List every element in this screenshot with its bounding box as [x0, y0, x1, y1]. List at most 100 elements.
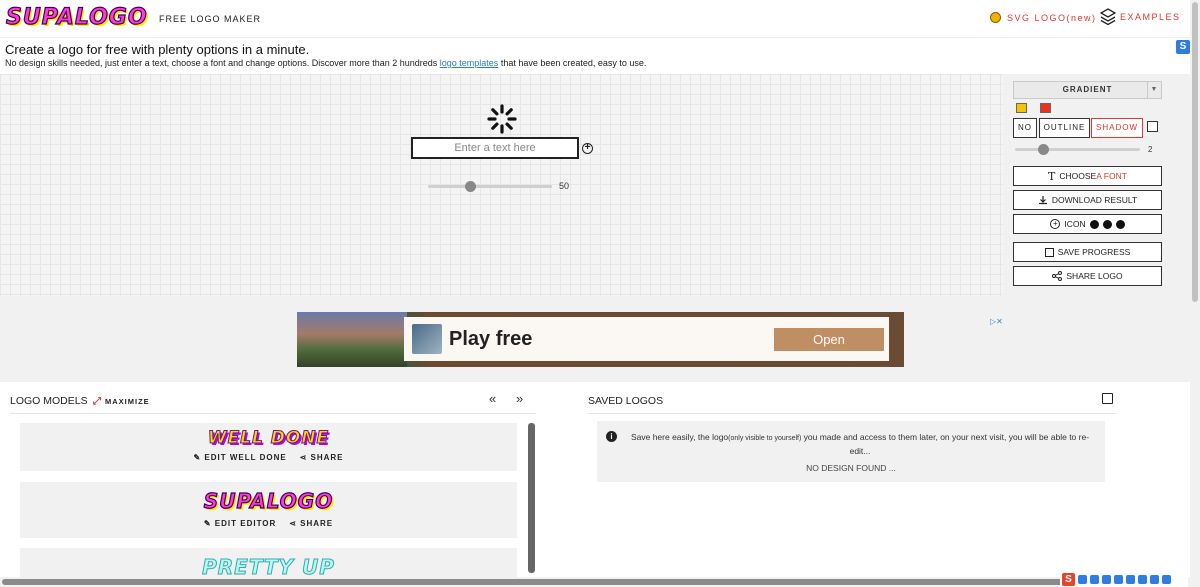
page-scrollbar-thumb[interactable]: [1192, 2, 1198, 302]
edit-icon: ✎: [193, 453, 202, 462]
nav-examples-label: EXAMPLES: [1120, 12, 1181, 22]
page-description: No design skills needed, just enter a te…: [5, 58, 646, 68]
add-text-icon[interactable]: +: [582, 143, 593, 154]
size-value: 50: [559, 181, 570, 191]
fill-mode-value: GRADIENT: [1062, 85, 1113, 94]
ad-open-button[interactable]: Open: [774, 328, 884, 351]
no-design-found: NO DESIGN FOUND ...: [806, 463, 896, 473]
ime-punct-icon[interactable]: [1090, 575, 1099, 584]
share-icon: [1052, 271, 1063, 281]
outline-slider-track[interactable]: [1015, 148, 1140, 151]
loading-spinner-icon: [487, 104, 517, 134]
logo-models-title: LOGO MODELS: [10, 395, 88, 407]
edit-model-button[interactable]: EDIT WELL DONE: [204, 453, 286, 462]
share-logo-label: SHARE LOGO: [1066, 271, 1123, 281]
saved-text-small: (only visible to yourself): [728, 435, 802, 442]
brand-logo[interactable]: SUPALOGO: [5, 4, 148, 30]
model-card[interactable]: SUPALOGO ✎ EDIT EDITOR ⋖ SHARE: [20, 482, 517, 538]
info-icon: i: [606, 431, 617, 442]
ime-keyboard-icon[interactable]: [1126, 575, 1135, 584]
outline-value: 2: [1148, 145, 1153, 154]
expand-icon: ⤢: [93, 396, 102, 407]
edit-model-button[interactable]: EDIT EDITOR: [215, 519, 277, 528]
fill-mode-select[interactable]: GRADIENT ▼: [1013, 81, 1162, 99]
description-text-before: No design skills needed, just enter a te…: [5, 58, 440, 68]
icon-label: ICON: [1064, 219, 1086, 229]
share-icon: ⋖: [289, 519, 297, 528]
floppy-icon: [1044, 247, 1054, 257]
add-circle-icon: +: [1050, 219, 1061, 229]
color-swatch-2[interactable]: [1040, 103, 1051, 113]
ime-mic-icon[interactable]: [1114, 575, 1123, 584]
description-text-after: that have been created, easy to use.: [498, 58, 647, 68]
top-bar: SUPALOGO FREE LOGO MAKER SVG LOGO(new) E…: [0, 0, 1190, 38]
ad-headline: Play free: [449, 328, 533, 350]
page-title: Create a logo for free with plenty optio…: [5, 42, 310, 57]
model-actions: ✎ EDIT WELL DONE ⋖ SHARE: [20, 453, 517, 462]
edit-icon: ✎: [203, 519, 212, 528]
effect-checkbox[interactable]: [1147, 121, 1158, 132]
camera-icon: [1115, 219, 1125, 229]
share-model-button[interactable]: SHARE: [311, 453, 344, 462]
share-logo-button[interactable]: SHARE LOGO: [1013, 266, 1162, 286]
effect-outline-button[interactable]: OUTLINE: [1039, 118, 1090, 138]
share-icon: ⋖: [299, 453, 308, 462]
brand-subtitle: FREE LOGO MAKER: [159, 14, 262, 24]
ime-emoji-icon[interactable]: [1102, 575, 1111, 584]
models-next-button[interactable]: »: [516, 391, 523, 406]
emoji-icon: [1089, 219, 1099, 229]
saved-divider: [588, 413, 1116, 414]
ime-user-icon[interactable]: [1138, 575, 1147, 584]
models-prev-button[interactable]: «: [489, 391, 496, 406]
svg-logo-icon: [990, 12, 1001, 23]
ime-lang-icon[interactable]: [1078, 575, 1087, 584]
color-swatch-1[interactable]: [1016, 103, 1027, 113]
saved-text-b: you made and access to them later, on yo…: [801, 432, 1090, 456]
ime-skin-icon[interactable]: [1150, 575, 1159, 584]
model-logo-preview[interactable]: WELL DONE: [20, 428, 517, 449]
model-card[interactable]: WELL DONE ✎ EDIT WELL DONE ⋖ SHARE: [20, 423, 517, 471]
save-icon[interactable]: [1102, 393, 1113, 404]
floating-extension-icon[interactable]: S: [1176, 40, 1190, 54]
size-slider-track[interactable]: [428, 185, 552, 188]
outline-slider-handle[interactable]: [1037, 144, 1049, 155]
download-result-label: DOWNLOAD RESULT: [1051, 195, 1138, 205]
save-progress-label: SAVE PROGRESS: [1057, 247, 1131, 257]
effect-shadow-button[interactable]: SHADOW: [1091, 118, 1143, 138]
maximize-label: MAXIMIZE: [105, 397, 150, 406]
ad-game-thumbnail: [412, 324, 442, 354]
model-actions: ✎ EDIT EDITOR ⋖ SHARE: [20, 519, 517, 528]
icon-button[interactable]: + ICON: [1013, 214, 1162, 234]
choose-font-button[interactable]: T CHOOSE A FONT: [1013, 166, 1162, 186]
ime-grid-icon[interactable]: [1162, 575, 1171, 584]
nav-svg-logo-label: SVG LOGO(new): [1007, 12, 1097, 23]
horizontal-scrollbar[interactable]: [0, 577, 1190, 587]
logo-templates-link[interactable]: logo templates: [440, 58, 499, 68]
model-logo-preview[interactable]: PRETTY UP: [20, 555, 517, 578]
saved-text-a: Save here easily, the logo: [630, 432, 729, 442]
choose-font-label-b: A FONT: [1096, 171, 1127, 181]
advertisement-banner[interactable]: Play free Open ▷✕: [297, 312, 1003, 367]
ime-toolbar[interactable]: S: [1060, 572, 1188, 587]
horizontal-scrollbar-thumb[interactable]: [2, 579, 1182, 585]
ime-logo-icon: S: [1062, 573, 1075, 586]
saved-logos-box: i Save here easily, the logo(only visibl…: [597, 421, 1105, 482]
music-icon: [1102, 219, 1112, 229]
model-card[interactable]: PRETTY UP: [20, 548, 517, 577]
saved-logos-title: SAVED LOGOS: [588, 395, 664, 407]
nav-svg-logo[interactable]: SVG LOGO(new): [990, 12, 1097, 23]
models-divider: [10, 413, 536, 414]
page-scrollbar[interactable]: [1190, 0, 1200, 587]
nav-examples[interactable]: EXAMPLES: [1100, 8, 1181, 26]
model-logo-preview[interactable]: SUPALOGO: [20, 488, 517, 513]
logo-text-input[interactable]: [411, 137, 579, 159]
download-result-button[interactable]: DOWNLOAD RESULT: [1013, 190, 1162, 210]
models-scrollbar[interactable]: [528, 423, 535, 573]
ad-card: Play free Open ▷✕: [404, 317, 1003, 361]
save-progress-button[interactable]: SAVE PROGRESS: [1013, 242, 1162, 262]
maximize-button[interactable]: ⤢ MAXIMIZE: [93, 396, 150, 407]
layers-icon: [1100, 8, 1116, 26]
effect-no-button[interactable]: NO: [1013, 118, 1037, 138]
share-model-button[interactable]: SHARE: [300, 519, 333, 528]
ad-choices-icon[interactable]: ▷✕: [990, 317, 1003, 326]
